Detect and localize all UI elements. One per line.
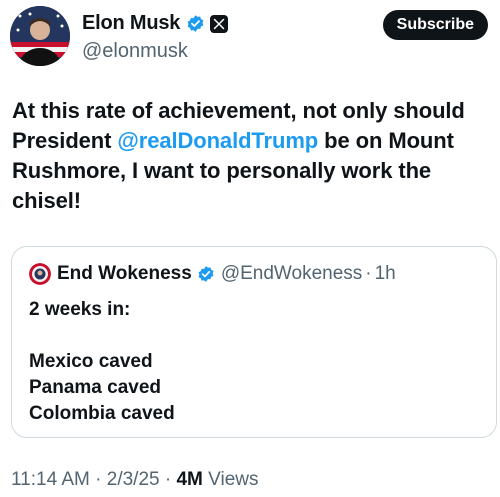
mention-link[interactable]: @realDonaldTrump: [117, 128, 318, 153]
x-affiliation-icon: [210, 14, 229, 33]
quoted-text-blank-line: [29, 323, 175, 349]
quoted-display-name[interactable]: End Wokeness: [57, 263, 192, 285]
quoted-text-line: 2 weeks in:: [29, 299, 131, 320]
quoted-tweet[interactable]: End Wokeness @EndWokeness · 1h 2 weeks i…: [11, 246, 497, 438]
quoted-timestamp[interactable]: 1h: [375, 263, 396, 285]
quoted-tweet-text: 2 weeks in: Mexico caved Panama caved Co…: [29, 297, 175, 427]
author-display-name[interactable]: Elon Musk: [82, 12, 180, 35]
tweet-text: At this rate of achievement, not only sh…: [12, 96, 490, 216]
meta-separator: ·: [164, 469, 172, 490]
tweet-metadata: 11:14 AM · 2/3/25 · 4M Views: [11, 469, 259, 491]
quoted-author-avatar[interactable]: [29, 263, 51, 285]
quoted-text-line: Mexico caved: [29, 351, 153, 372]
subscribe-button[interactable]: Subscribe: [382, 10, 488, 40]
verified-badge-icon: [187, 15, 204, 32]
quoted-separator: ·: [365, 263, 372, 284]
author-name-row: Elon Musk: [82, 12, 229, 35]
meta-separator: ·: [95, 469, 102, 490]
tweet-date[interactable]: 2/3/25: [107, 469, 160, 490]
tweet-header: Elon Musk @elonmusk Subscribe: [10, 6, 490, 68]
author-handle[interactable]: @elonmusk: [82, 40, 188, 63]
views-label: Views: [208, 469, 259, 490]
quoted-tweet-header: End Wokeness @EndWokeness · 1h: [29, 263, 396, 285]
tweet-time[interactable]: 11:14 AM: [11, 469, 90, 490]
author-avatar[interactable]: [10, 6, 70, 66]
verified-badge-icon: [198, 266, 214, 282]
quoted-text-line: Panama caved: [29, 377, 162, 398]
quoted-handle[interactable]: @EndWokeness: [221, 263, 362, 285]
views-count[interactable]: 4M: [176, 469, 202, 490]
quoted-text-line: Colombia caved: [29, 403, 175, 424]
